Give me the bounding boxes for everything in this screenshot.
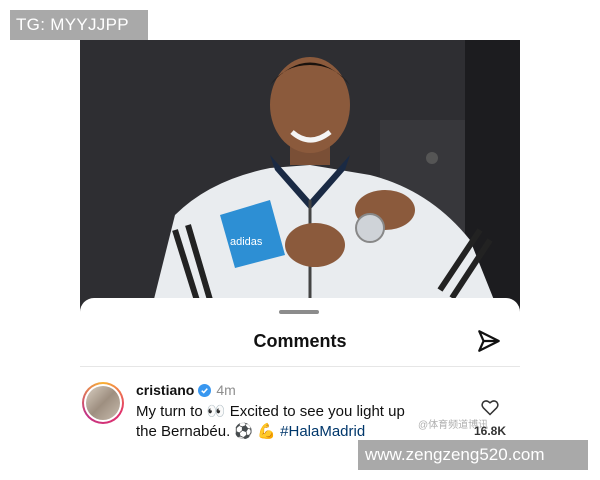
heart-icon[interactable] <box>480 397 500 417</box>
svg-text:adidas: adidas <box>230 236 263 248</box>
comment-text: My turn to 👀 Excited to see you light up… <box>136 403 405 440</box>
comment-time: 4m <box>216 382 236 398</box>
eyes-emoji: 👀 <box>206 403 226 420</box>
verified-badge-icon <box>198 383 212 397</box>
watermark-top: TG: MYYJJPP <box>10 10 148 40</box>
post-photo: adidas <box>80 40 520 315</box>
divider <box>80 366 520 367</box>
sheet-grabber[interactable] <box>279 310 319 314</box>
arm-emoji: 💪 <box>257 423 276 440</box>
comment-meta: cristiano 4m <box>136 382 236 398</box>
avatar[interactable] <box>82 382 124 424</box>
username[interactable]: cristiano <box>136 382 194 398</box>
watermark-bottom: www.zengzeng520.com <box>358 440 588 470</box>
sheet-title: Comments <box>253 331 347 351</box>
hashtag-link[interactable]: #HalaMadrid <box>280 423 365 440</box>
ball-emoji: ⚽ <box>234 423 254 440</box>
like-count: 16.8K <box>473 424 506 438</box>
send-icon[interactable] <box>476 328 502 354</box>
